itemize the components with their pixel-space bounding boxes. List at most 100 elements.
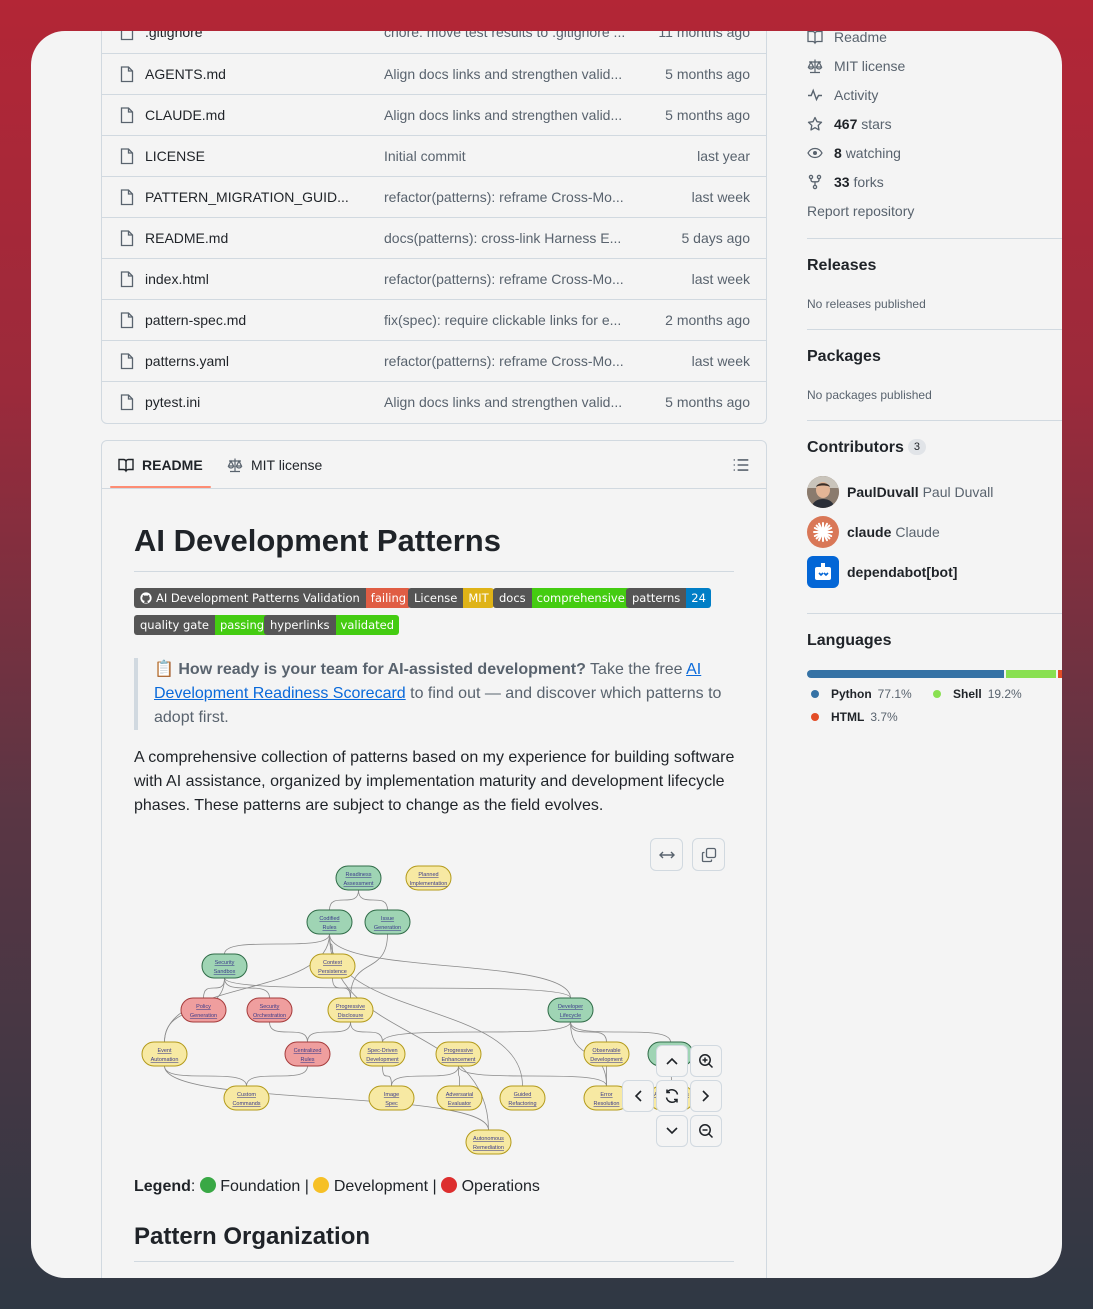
contributor-item[interactable]: claude Claude — [807, 516, 940, 548]
contributors-heading[interactable]: Contributors 3 — [807, 439, 926, 457]
diagram-node[interactable]: Image Spec — [368, 1085, 415, 1111]
pan-right-button[interactable] — [690, 1080, 722, 1112]
file-row[interactable]: .gitignore chore: move test results to .g… — [102, 31, 766, 53]
language-bar-segment[interactable] — [1057, 670, 1062, 678]
file-name[interactable]: .gitignore — [145, 31, 355, 40]
diagram-node[interactable]: Adversarial Evaluator — [436, 1085, 483, 1111]
readme-badge[interactable]: License MIT — [408, 588, 494, 608]
sidebar-forks-link[interactable]: 33 forks — [807, 174, 884, 190]
commit-message[interactable]: Initial commit — [384, 148, 634, 164]
file-name[interactable]: pytest.ini — [145, 394, 355, 410]
readme-badge[interactable]: hyperlinks validated — [264, 615, 400, 635]
language-item[interactable]: HTML 3.7% — [811, 710, 898, 724]
zoom-in-button[interactable] — [690, 1045, 722, 1077]
file-row[interactable]: index.html refactor(patterns): reframe Cr… — [102, 258, 766, 299]
readme-badge[interactable]: AI Development Patterns Validation failin… — [134, 588, 412, 608]
contributors-heading-label: Contributors — [807, 439, 904, 456]
diagram-node[interactable]: Context Persistence — [309, 953, 356, 979]
commit-message[interactable]: Align docs links and strengthen valid... — [384, 66, 634, 82]
commit-message[interactable]: chore: move test results to .gitignore .… — [384, 31, 634, 40]
diagram-node[interactable]: Event Automation — [141, 1041, 188, 1067]
reset-view-button[interactable] — [656, 1080, 688, 1112]
diagram-node[interactable]: Centralized Rules — [284, 1041, 331, 1067]
commit-message[interactable]: Align docs links and strengthen valid... — [384, 107, 634, 123]
diagram-node[interactable]: Spec-Driven Development — [359, 1041, 406, 1067]
badge-label: License — [414, 591, 458, 605]
file-row[interactable]: PATTERN_MIGRATION_GUID... refactor(patter… — [102, 176, 766, 217]
sidebar-activity-link[interactable]: Activity — [807, 87, 878, 103]
commit-message[interactable]: Align docs links and strengthen valid... — [384, 394, 634, 410]
commit-message[interactable]: fix(spec): require clickable links for e… — [384, 312, 634, 328]
pan-up-button[interactable] — [656, 1045, 688, 1077]
commit-message[interactable]: refactor(patterns): reframe Cross-Mo... — [384, 189, 634, 205]
file-name[interactable]: index.html — [145, 271, 355, 287]
readme-badge[interactable]: quality gate passing — [134, 615, 270, 635]
diagram-node-label: Resolution — [594, 1101, 620, 1107]
diagram-node[interactable]: Autonomous Remediation — [465, 1129, 512, 1155]
readme-badge[interactable]: docs comprehensive — [493, 588, 630, 608]
diagram-node[interactable]: Observable Development — [583, 1041, 630, 1067]
diagram-node[interactable]: Custom Commands — [223, 1085, 270, 1111]
table-of-contents-icon[interactable] — [732, 456, 750, 474]
diagram-node[interactable]: Guided Refactoring — [499, 1085, 546, 1111]
language-percent: 19.2% — [987, 687, 1022, 701]
report-repository-label: Report repository — [807, 203, 915, 219]
contributor-item[interactable]: dependabot[bot] — [807, 556, 957, 588]
releases-heading[interactable]: Releases — [807, 257, 876, 275]
file-row[interactable]: CLAUDE.md Align docs links and strengthen… — [102, 94, 766, 135]
contributor-item[interactable]: PaulDuvall Paul Duvall — [807, 476, 993, 508]
sidebar-watching-link[interactable]: 8 watching — [807, 145, 901, 161]
file-icon — [120, 271, 134, 288]
sidebar-readme-link[interactable]: Readme — [807, 31, 887, 45]
file-row[interactable]: LICENSE Initial commit last year — [102, 135, 766, 176]
diagram-node[interactable]: Issue Generation — [364, 909, 411, 935]
diagram-node-label: Security — [215, 960, 235, 966]
file-row[interactable]: pattern-spec.md fix(spec): require clicka… — [102, 299, 766, 340]
contributor-login: PaulDuvall — [847, 484, 919, 500]
diagram-node[interactable]: Developer Lifecycle — [547, 997, 594, 1023]
file-icon — [120, 189, 134, 206]
pan-left-button[interactable] — [622, 1080, 654, 1112]
diagram-node[interactable]: Policy Generation — [180, 997, 227, 1023]
section-heading: Pattern Organization — [134, 1223, 371, 1250]
language-bar-segment[interactable] — [1006, 670, 1056, 678]
readme-badge[interactable]: patterns 24 — [626, 588, 711, 608]
diagram-node[interactable]: Security Sandbox — [201, 953, 248, 979]
language-item[interactable]: Python 77.1% — [811, 687, 912, 701]
file-row[interactable]: patterns.yaml refactor(patterns): reframe… — [102, 340, 766, 381]
diagram-node[interactable]: Progressive Enhancement — [435, 1041, 482, 1067]
diagram-node-label: Commands — [232, 1101, 260, 1107]
file-name[interactable]: PATTERN_MIGRATION_GUID... — [145, 189, 355, 205]
file-name[interactable]: pattern-spec.md — [145, 312, 355, 328]
file-name[interactable]: patterns.yaml — [145, 353, 355, 369]
commit-date: 5 months ago — [665, 107, 750, 123]
language-bar-segment[interactable] — [807, 670, 1005, 678]
file-name[interactable]: CLAUDE.md — [145, 107, 355, 123]
language-item[interactable]: Shell 19.2% — [933, 687, 1022, 701]
diagram-node[interactable]: Progressive Disclosure — [327, 997, 374, 1023]
sidebar-stars-link[interactable]: 467 stars — [807, 116, 892, 132]
file-name[interactable]: README.md — [145, 230, 355, 246]
packages-heading[interactable]: Packages — [807, 348, 881, 366]
file-row[interactable]: pytest.ini Align docs links and strengthe… — [102, 381, 766, 422]
file-name[interactable]: LICENSE — [145, 148, 355, 164]
file-icon — [120, 394, 134, 411]
expand-diagram-button[interactable] — [650, 838, 683, 871]
tab-readme[interactable]: README — [118, 457, 203, 473]
sidebar-license-link[interactable]: MIT license — [807, 58, 905, 74]
pan-down-button[interactable] — [656, 1115, 688, 1147]
commit-message[interactable]: docs(patterns): cross-link Harness E... — [384, 230, 634, 246]
diagram-node[interactable]: Codified Rules — [306, 909, 353, 935]
file-row[interactable]: README.md docs(patterns): cross-link Harn… — [102, 217, 766, 258]
diagram-node[interactable]: Planned Implementation — [405, 865, 452, 891]
zoom-out-button[interactable] — [690, 1115, 722, 1147]
file-name[interactable]: AGENTS.md — [145, 66, 355, 82]
copy-diagram-button[interactable] — [692, 838, 725, 871]
diagram-node[interactable]: Readiness Assessment — [335, 865, 382, 891]
file-row[interactable]: AGENTS.md Align docs links and strengthen… — [102, 53, 766, 94]
report-repository-link[interactable]: Report repository — [807, 203, 914, 219]
tab-license[interactable]: MIT license — [227, 457, 322, 473]
commit-message[interactable]: refactor(patterns): reframe Cross-Mo... — [384, 353, 634, 369]
diagram-node[interactable]: Security Orchestration — [246, 997, 293, 1023]
commit-message[interactable]: refactor(patterns): reframe Cross-Mo... — [384, 271, 634, 287]
